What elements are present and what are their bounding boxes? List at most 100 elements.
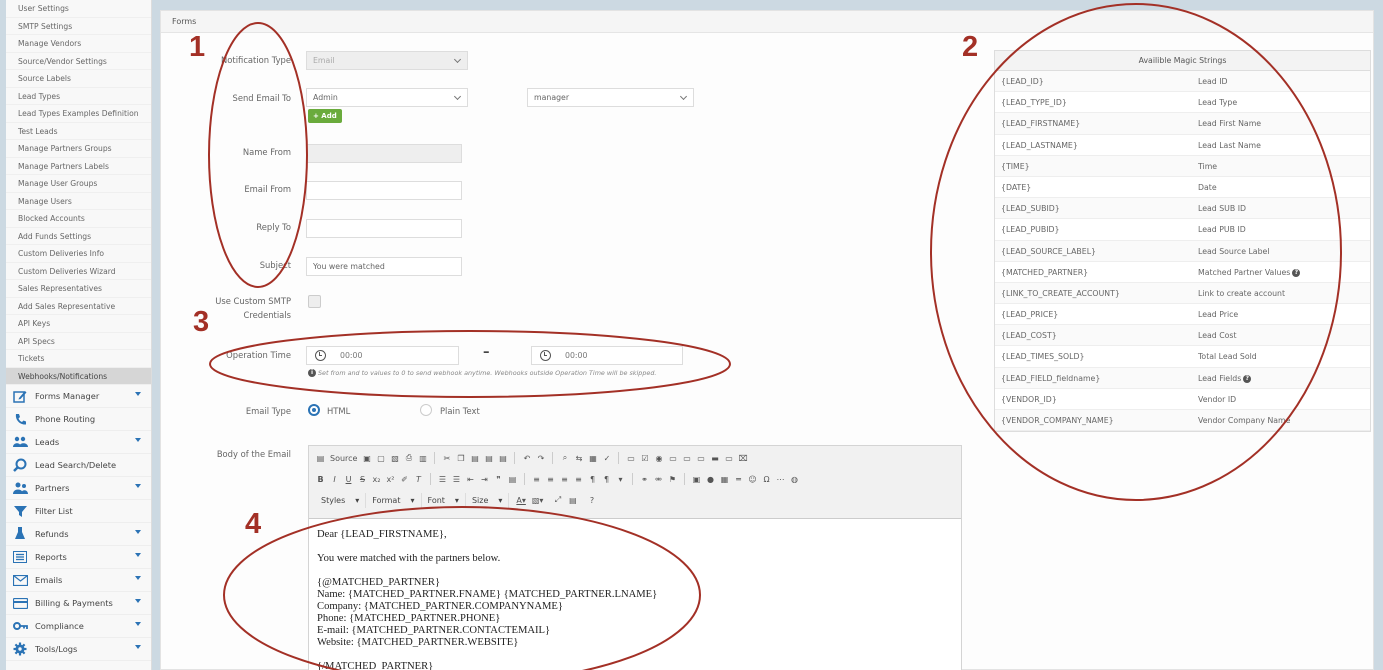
special-char-icon[interactable]: Ω (761, 472, 772, 486)
button-field-icon[interactable]: ▬ (709, 451, 720, 465)
menu-item[interactable]: Emails (6, 569, 151, 592)
sidebar-item[interactable]: Sales Representatives (6, 280, 151, 298)
align-right-icon[interactable]: ≡ (559, 472, 570, 486)
templates-icon[interactable]: ▥ (417, 451, 428, 465)
sidebar-item[interactable]: Tickets (6, 350, 151, 368)
find-icon[interactable]: ⌕ (559, 451, 570, 465)
sidebar-item[interactable]: API Keys (6, 315, 151, 333)
source-icon[interactable]: ▤ (315, 451, 326, 465)
new-page-icon[interactable]: ▢ (375, 451, 386, 465)
help-button[interactable]: ? (586, 493, 597, 507)
preview-icon[interactable]: ▧ (389, 451, 400, 465)
redo-icon[interactable]: ↷ (535, 451, 546, 465)
menu-item[interactable]: Phone Routing (6, 408, 151, 431)
ltr-icon[interactable]: ¶ (587, 472, 598, 486)
textfield-icon[interactable]: ▭ (667, 451, 678, 465)
cut-icon[interactable]: ✂ (441, 451, 452, 465)
maximize-icon[interactable]: ⤢ (552, 493, 563, 507)
link-icon[interactable]: ⚭ (639, 472, 650, 486)
custom-smtp-checkbox[interactable] (308, 295, 321, 308)
show-blocks-icon[interactable]: ▤ (567, 493, 578, 507)
sidebar-item[interactable]: Lead Types Examples Definition (6, 105, 151, 123)
menu-item[interactable]: Forms Manager (6, 385, 151, 408)
align-center-icon[interactable]: ≡ (545, 472, 556, 486)
menu-item[interactable]: Refunds (6, 523, 151, 546)
paste-text-icon[interactable]: ▤ (483, 451, 494, 465)
notification-type-select[interactable]: Email (306, 51, 468, 70)
styles-dropdown[interactable]: Styles ▾ (315, 492, 367, 508)
reply-to-input[interactable] (306, 219, 462, 238)
paste-word-icon[interactable]: ▤ (497, 451, 508, 465)
remove-format-icon[interactable]: T (413, 472, 424, 486)
sidebar-item[interactable]: Manage Users (6, 193, 151, 210)
add-recipient-button[interactable]: + Add (308, 109, 342, 123)
sidebar-item[interactable]: Source Labels (6, 70, 151, 88)
sidebar-item[interactable]: SMTP Settings (6, 18, 151, 35)
textarea-icon[interactable]: ▭ (681, 451, 692, 465)
menu-item[interactable]: Filter List (6, 500, 151, 523)
print-icon[interactable]: ⎙ (403, 451, 414, 465)
replace-icon[interactable]: ⇆ (573, 451, 584, 465)
table-icon[interactable]: ▦ (719, 472, 730, 486)
email-type-plain-radio[interactable] (420, 404, 432, 416)
form-icon[interactable]: ▭ (625, 451, 636, 465)
spellcheck-icon[interactable]: ✓ (601, 451, 612, 465)
menu-item[interactable]: Lead Search/Delete (6, 454, 151, 477)
text-color-icon[interactable]: A▾ (515, 493, 527, 507)
radio-icon[interactable]: ◉ (653, 451, 664, 465)
sidebar-item[interactable]: User Settings (6, 0, 151, 18)
div-container-icon[interactable]: ▤ (507, 472, 518, 486)
italic-icon[interactable]: I (329, 472, 340, 486)
sidebar-item[interactable]: Manage Partners Labels (6, 158, 151, 175)
checkbox-icon[interactable]: ☑ (639, 451, 650, 465)
help-circle-icon[interactable]: ? (1292, 268, 1301, 277)
operation-time-from-input[interactable]: 00:00 (306, 346, 459, 365)
unlink-icon[interactable]: ⚮ (653, 472, 664, 486)
sidebar-item[interactable]: Custom Deliveries Wizard (6, 263, 151, 280)
superscript-icon[interactable]: x² (385, 472, 396, 486)
menu-item[interactable]: Leads (6, 431, 151, 454)
page-break-icon[interactable]: ⋯ (775, 472, 786, 486)
format-dropdown[interactable]: Format ▾ (366, 492, 422, 508)
hidden-field-icon[interactable]: ⌧ (737, 451, 748, 465)
sidebar-item[interactable]: Webhooks/Notifications (6, 367, 151, 385)
menu-item[interactable]: Billing & Payments (6, 592, 151, 615)
image-icon[interactable]: ▣ (691, 472, 702, 486)
language-icon[interactable]: ▾ (615, 472, 626, 486)
sidebar-item[interactable]: Lead Types (6, 88, 151, 105)
align-left-icon[interactable]: ≡ (531, 472, 542, 486)
send-email-to-role-select[interactable]: manager (527, 88, 694, 107)
blockquote-icon[interactable]: ❞ (493, 472, 504, 486)
help-circle-icon[interactable]: ? (1243, 374, 1252, 383)
sidebar-item[interactable]: Source/Vendor Settings (6, 53, 151, 70)
horizontal-line-icon[interactable]: ═ (733, 472, 744, 486)
font-dropdown[interactable]: Font ▾ (422, 492, 466, 508)
rtl-icon[interactable]: ¶ (601, 472, 612, 486)
sidebar-item[interactable]: Add Funds Settings (6, 228, 151, 245)
bulleted-list-icon[interactable]: ☰ (451, 472, 462, 486)
image-button-icon[interactable]: ▭ (723, 451, 734, 465)
paste-icon[interactable]: ▤ (469, 451, 480, 465)
email-type-html-radio[interactable] (308, 404, 320, 416)
subscript-icon[interactable]: x₂ (371, 472, 382, 486)
source-button[interactable]: Source (329, 451, 358, 465)
select-all-icon[interactable]: ▦ (587, 451, 598, 465)
sidebar-item[interactable]: Add Sales Representative (6, 298, 151, 315)
sidebar-item[interactable]: API Specs (6, 333, 151, 350)
smiley-icon[interactable]: ☺ (747, 472, 758, 486)
justify-icon[interactable]: ≡ (573, 472, 584, 486)
bold-icon[interactable]: B (315, 472, 326, 486)
email-body-editor[interactable]: Dear {LEAD_FIRSTNAME}, You were matched w… (309, 518, 961, 670)
sidebar-item[interactable]: Manage Partners Groups (6, 140, 151, 158)
sidebar-item[interactable]: Test Leads (6, 123, 151, 140)
underline-icon[interactable]: U (343, 472, 354, 486)
copy-icon[interactable]: ❐ (455, 451, 466, 465)
copy-format-icon[interactable]: ✐ (399, 472, 410, 486)
save-icon[interactable]: ▣ (361, 451, 372, 465)
sidebar-item[interactable]: Blocked Accounts (6, 210, 151, 228)
menu-item[interactable]: Compliance (6, 615, 151, 638)
strikethrough-icon[interactable]: S (357, 472, 368, 486)
outdent-icon[interactable]: ⇤ (465, 472, 476, 486)
size-dropdown[interactable]: Size ▾ (466, 492, 510, 508)
flash-icon[interactable]: ● (705, 472, 716, 486)
